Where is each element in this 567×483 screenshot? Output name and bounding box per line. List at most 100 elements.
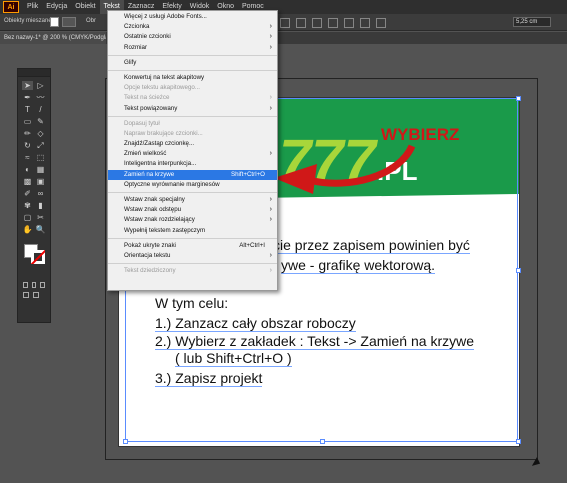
menu-item-label: Dopasuj tytuł	[124, 119, 160, 127]
document-tab[interactable]: Bez nazwy-1* @ 200 % (CMYK/Podgląd)	[0, 32, 106, 44]
selection-tool-icon[interactable]: ➤	[22, 81, 33, 90]
menu-item[interactable]: Konwertuj na tekst akapitowy	[108, 73, 277, 83]
panel-grip[interactable]	[18, 69, 50, 77]
type-tool-icon[interactable]: T	[22, 105, 33, 114]
step-1: 1.) Zanzacz cały obszar roboczy	[155, 315, 356, 332]
steps-heading: W tym celu:	[155, 295, 229, 311]
none-mode-icon[interactable]	[40, 282, 46, 288]
submenu-chevron-icon: ›	[269, 267, 272, 275]
blend-tool-icon[interactable]: ∞	[35, 189, 46, 198]
menu-item-label: Znajdź/Zastąp czcionkę...	[124, 140, 195, 148]
width-input[interactable]: 5,25 cm	[513, 17, 551, 27]
menu-item: Tekst na ścieżce ›	[108, 93, 277, 103]
menu-item[interactable]: Zamień na krzywe Shift+Ctrl+O	[108, 169, 277, 180]
artboard-tool-icon[interactable]: ▢	[22, 213, 33, 222]
submenu-chevron-icon: ›	[269, 216, 272, 224]
menu-item: Opcje tekstu akapitowego...	[108, 83, 277, 93]
stroke-dropdown[interactable]: Obr	[86, 18, 96, 24]
document-tabs: Bez nazwy-1* @ 200 % (CMYK/Podgląd)	[0, 32, 567, 44]
free-transform-tool-icon[interactable]: ⬚	[35, 153, 46, 162]
menu-item[interactable]: Tekst powiązowany ›	[108, 104, 277, 114]
menu-item[interactable]: Wstaw znak specjalny ›	[108, 195, 277, 205]
submenu-chevron-icon: ›	[269, 251, 272, 259]
menu-plik[interactable]: Plik	[23, 0, 42, 14]
menu-item-label: Inteligentna interpunkcja...	[124, 160, 197, 168]
tools-grid: ➤ ▷ ✒ 〰 T / ▭ ✎ ✏ ◇ ↻ ⤢ ≈ ⬚ ◐ ▦ ▩ ▣ ✐ ∞ ✾ ▮ ▢ ✂ ✋ 🔍	[18, 77, 50, 234]
menu-item[interactable]: Ostatnie czcionki ›	[108, 32, 277, 42]
menu-obiekt[interactable]: Obiekt	[71, 0, 99, 14]
draw-modes	[18, 290, 50, 300]
submenu-chevron-icon: ›	[269, 150, 272, 158]
banner-headline: WYBIERZ	[381, 125, 459, 144]
line-tool-icon[interactable]: /	[35, 105, 46, 114]
submenu-chevron-icon: ›	[269, 196, 272, 203]
eraser-tool-icon[interactable]: ◇	[35, 129, 46, 138]
rectangle-tool-icon[interactable]: ▭	[22, 117, 33, 126]
menu-item[interactable]: Zmień wielkość ›	[108, 149, 277, 159]
curvature-tool-icon[interactable]: 〰	[35, 93, 46, 102]
menu-item[interactable]: Znajdź/Zastąp czcionkę...	[108, 139, 277, 149]
selection-handle[interactable]	[516, 268, 521, 273]
screen-mode-icon[interactable]	[33, 292, 39, 298]
paintbrush-tool-icon[interactable]: ✎	[35, 117, 46, 126]
column-graph-tool-icon[interactable]: ▮	[35, 201, 46, 210]
draw-normal-icon[interactable]	[23, 292, 29, 298]
width-icon[interactable]	[376, 17, 386, 28]
rotate-tool-icon[interactable]: ↻	[22, 141, 33, 150]
menu-separator	[108, 54, 277, 56]
pencil-tool-icon[interactable]: ✏	[22, 129, 33, 138]
shape-builder-tool-icon[interactable]: ◐	[22, 165, 33, 174]
width-tool-icon[interactable]: ≈	[22, 153, 33, 162]
perspective-tool-icon[interactable]: ▦	[35, 165, 46, 174]
reference-point-icon[interactable]	[360, 17, 370, 28]
menu-item[interactable]: Wstaw znak odstępu ›	[108, 205, 277, 215]
selection-handle[interactable]	[516, 439, 521, 444]
menu-item-label: Tekst powiązowany	[124, 104, 178, 112]
color-mode-icon[interactable]	[23, 282, 28, 288]
menu-item: Tekst dziedziczony ›	[108, 266, 277, 276]
menu-item-label: Tekst dziedziczony	[124, 267, 176, 275]
submenu-chevron-icon: ›	[269, 206, 272, 214]
menu-item[interactable]: Wstaw znak rozdzielający ›	[108, 215, 277, 225]
menu-item-label: Wstaw znak odstępu	[124, 206, 182, 214]
menu-item[interactable]: Inteligentna interpunkcja...	[108, 159, 277, 169]
menu-item: Dopasuj tytuł	[108, 119, 277, 129]
stroke-swatch[interactable]	[62, 17, 76, 27]
menu-item-shortcut: Alt+Ctrl+I	[239, 241, 265, 249]
align-right-icon[interactable]	[312, 17, 322, 28]
pen-tool-icon[interactable]: ✒	[22, 93, 33, 102]
menu-item[interactable]: Więcej z usługi Adobe Fonts...	[108, 12, 277, 22]
gradient-mode-icon[interactable]	[31, 282, 37, 288]
transform-icon[interactable]	[344, 17, 354, 28]
selection-handle[interactable]	[123, 439, 128, 444]
distribute-icon[interactable]	[328, 17, 338, 28]
gradient-tool-icon[interactable]: ▣	[35, 177, 46, 186]
direct-selection-tool-icon[interactable]: ▷	[35, 81, 46, 90]
align-center-icon[interactable]	[296, 17, 306, 28]
menu-item-label: Wypełnij tekstem zastępczym	[124, 226, 206, 234]
zoom-tool-icon[interactable]: 🔍	[35, 225, 46, 234]
menu-item[interactable]: Optyczne wyrównanie marginesów	[108, 180, 277, 190]
menu-separator	[108, 115, 277, 117]
fill-swatch[interactable]	[50, 17, 59, 27]
menu-separator	[108, 69, 277, 71]
selection-handle[interactable]	[320, 439, 325, 444]
menu-item[interactable]: Wypełnij tekstem zastępczym	[108, 226, 277, 236]
menu-item-label: Wstaw znak specjalny	[124, 196, 185, 203]
menu-item-label: Więcej z usługi Adobe Fonts...	[124, 13, 207, 20]
align-left-icon[interactable]	[280, 17, 290, 28]
hand-tool-icon[interactable]: ✋	[22, 225, 33, 234]
eyedropper-tool-icon[interactable]: ✐	[22, 189, 33, 198]
menu-item-label: Orientacja tekstu	[124, 251, 171, 259]
slice-tool-icon[interactable]: ✂	[35, 213, 46, 222]
menu-item[interactable]: Rozmiar ›	[108, 43, 277, 53]
symbol-sprayer-tool-icon[interactable]: ✾	[22, 201, 33, 210]
menu-item[interactable]: Glify	[108, 58, 277, 68]
selection-handle[interactable]	[516, 96, 521, 101]
menu-edycja[interactable]: Edycja	[42, 0, 71, 14]
scale-tool-icon[interactable]: ⤢	[35, 141, 46, 150]
menu-item[interactable]: Czcionka ›	[108, 22, 277, 32]
menu-item[interactable]: Orientacja tekstu ›	[108, 251, 277, 261]
menu-item[interactable]: Pokaż ukryte znaki Alt+Ctrl+I	[108, 241, 277, 251]
mesh-tool-icon[interactable]: ▩	[22, 177, 33, 186]
